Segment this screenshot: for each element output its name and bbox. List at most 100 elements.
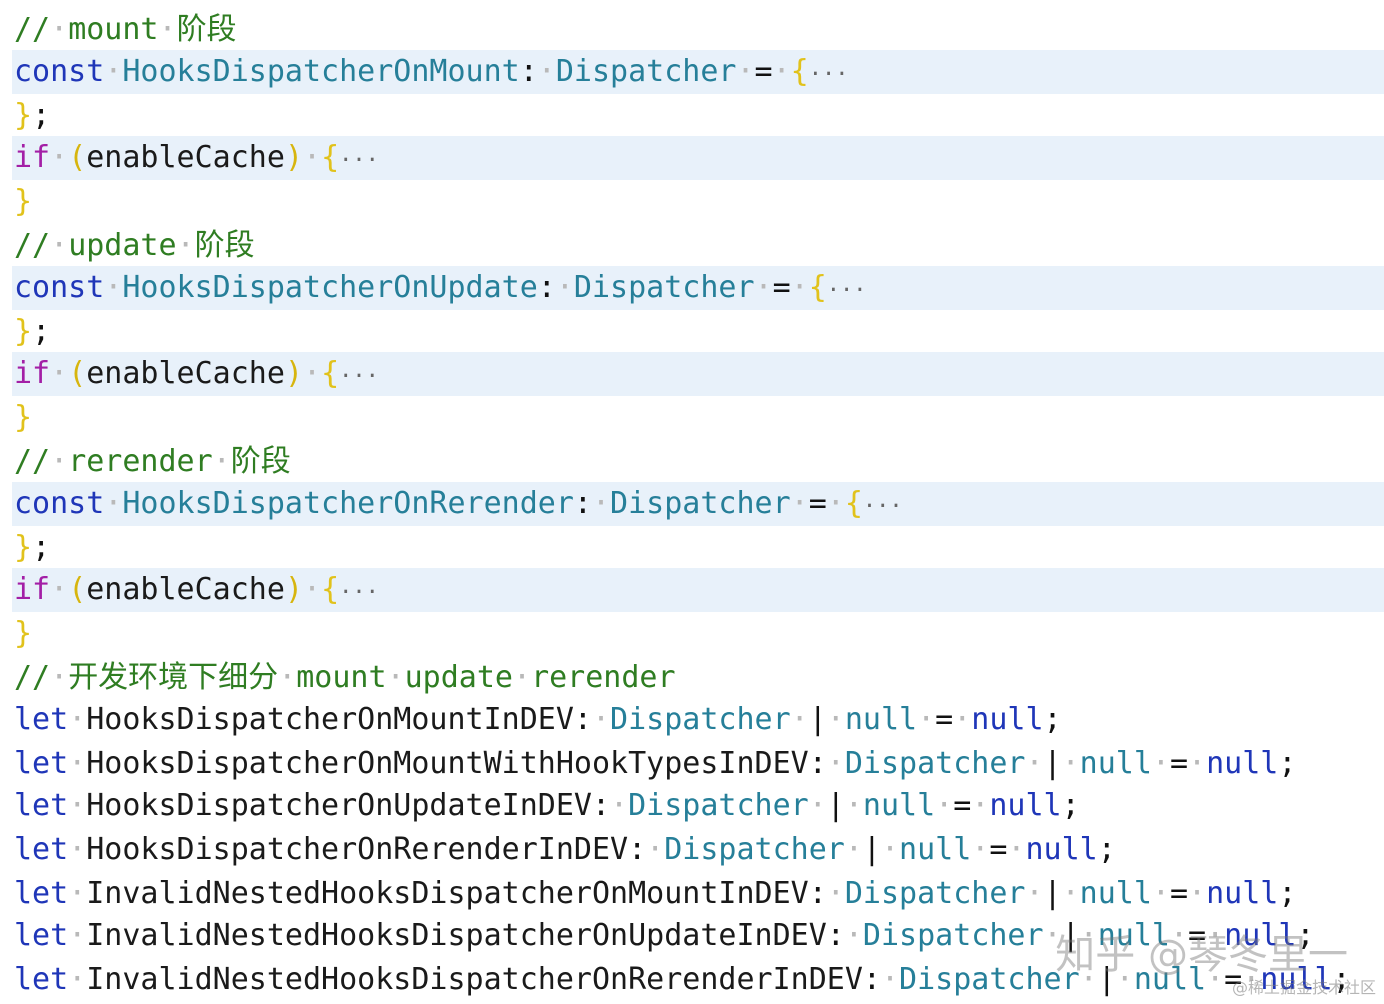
code-token: update — [68, 228, 177, 263]
code-editor[interactable]: //·mount·阶段 const·HooksDispatcherOnMount:… — [0, 0, 1384, 1004]
code-token: // — [14, 660, 51, 695]
code-token: · — [917, 702, 936, 737]
code-token: } — [14, 98, 33, 133]
code-token: } — [14, 530, 33, 565]
code-token: ) — [284, 140, 303, 175]
code-token: = — [1169, 876, 1189, 911]
code-token: ; — [1043, 702, 1062, 737]
code-token: · — [826, 876, 845, 911]
code-line[interactable]: }; — [12, 310, 1384, 354]
code-token: } — [14, 184, 33, 219]
code-token: HooksDispatcherOnUpdateInDEV — [86, 788, 592, 823]
code-token: · — [537, 54, 556, 89]
code-token: = — [754, 54, 773, 89]
code-token: · — [1188, 746, 1207, 781]
code-token: · — [826, 702, 845, 737]
code-token: · — [104, 270, 123, 305]
code-line[interactable]: let·HooksDispatcherOnMountWithHookTypesI… — [12, 742, 1384, 786]
code-token: · — [808, 788, 827, 823]
code-token: · — [104, 486, 123, 521]
code-token: : — [826, 918, 845, 953]
code-token: · — [1061, 746, 1080, 781]
fold-ellipsis-icon[interactable]: ··· — [339, 148, 379, 173]
code-line-folded[interactable]: if·(enableCache)·{··· — [12, 136, 1384, 180]
code-line-folded[interactable]: if·(enableCache)·{··· — [12, 352, 1384, 396]
code-line[interactable]: let·HooksDispatcherOnMountInDEV:·Dispatc… — [12, 698, 1384, 742]
code-token: : — [573, 486, 592, 521]
code-line[interactable]: let·HooksDispatcherOnUpdateInDEV:·Dispat… — [12, 784, 1384, 828]
code-token: · — [1151, 876, 1170, 911]
code-line[interactable]: let·InvalidNestedHooksDispatcherOnMountI… — [12, 872, 1384, 916]
code-token: · — [50, 444, 69, 479]
code-line-folded[interactable]: if·(enableCache)·{··· — [12, 568, 1384, 612]
code-token: Dispatcher — [844, 746, 1026, 781]
code-token: = — [808, 486, 827, 521]
code-token: enableCache — [86, 572, 285, 607]
code-line[interactable]: //·mount·阶段 — [12, 8, 1384, 52]
code-token: = — [989, 832, 1008, 867]
code-token: · — [68, 876, 87, 911]
code-token: enableCache — [86, 140, 285, 175]
code-token: : — [808, 746, 827, 781]
code-token: Dispatcher — [628, 788, 809, 823]
code-token: · — [844, 788, 863, 823]
code-line[interactable]: //·开发环境下细分·mount·update·rerender — [12, 656, 1384, 700]
code-token: let — [14, 876, 69, 911]
code-line[interactable]: let·HooksDispatcherOnRerenderInDEV:·Disp… — [12, 828, 1384, 872]
code-token: · — [50, 228, 69, 263]
code-token: · — [212, 444, 231, 479]
code-token: null — [1025, 832, 1098, 867]
code-line[interactable]: }; — [12, 94, 1384, 138]
code-line[interactable]: } — [12, 612, 1384, 656]
code-line[interactable]: } — [12, 396, 1384, 440]
fold-ellipsis-icon[interactable]: ··· — [827, 278, 867, 303]
code-token: · — [50, 12, 69, 47]
code-token: · — [68, 918, 87, 953]
code-token: · — [303, 572, 322, 607]
code-token: : — [591, 788, 611, 823]
fold-ellipsis-icon[interactable]: ··· — [339, 580, 379, 605]
code-token: let — [14, 702, 69, 737]
code-token: · — [790, 270, 809, 305]
code-token: · — [1061, 876, 1080, 911]
code-token: null — [971, 702, 1044, 737]
code-token: let — [14, 918, 69, 953]
code-token: · — [736, 54, 755, 89]
code-token: · — [1007, 832, 1026, 867]
code-line[interactable]: } — [12, 180, 1384, 224]
code-token: // — [14, 228, 51, 263]
juejin-watermark: @稀土掘金技术社区 — [1231, 978, 1376, 997]
code-token: · — [278, 660, 297, 695]
code-token: null — [1206, 876, 1279, 911]
fold-ellipsis-icon[interactable]: ··· — [863, 494, 903, 519]
code-line[interactable]: //·rerender·阶段 — [12, 440, 1384, 484]
code-token: ) — [284, 356, 303, 391]
code-token: ; — [32, 530, 51, 565]
code-token: · — [826, 486, 845, 521]
code-token: | — [808, 702, 827, 737]
code-token: | — [1043, 746, 1062, 781]
code-token: } — [14, 314, 33, 349]
code-line-folded[interactable]: const·HooksDispatcherOnUpdate:·Dispatche… — [12, 266, 1384, 310]
code-token: ( — [68, 356, 87, 391]
code-token: 开发环境下细分 — [68, 660, 279, 695]
code-token: ; — [32, 314, 51, 349]
code-token: { — [321, 140, 340, 175]
code-token: : — [573, 702, 592, 737]
code-token: · — [68, 702, 87, 737]
zhihu-watermark: 知乎 @琴冬里一 — [1055, 932, 1348, 978]
code-token: null — [899, 832, 972, 867]
code-token: // — [14, 12, 51, 47]
code-line-folded[interactable]: const·HooksDispatcherOnMount:·Dispatcher… — [12, 50, 1384, 94]
code-token: ; — [1097, 832, 1116, 867]
code-line-folded[interactable]: const·HooksDispatcherOnRerender:·Dispatc… — [12, 482, 1384, 526]
fold-ellipsis-icon[interactable]: ··· — [339, 364, 379, 389]
code-line[interactable]: }; — [12, 526, 1384, 570]
code-token: if — [14, 356, 51, 391]
code-token: : — [537, 270, 556, 305]
code-token: · — [303, 356, 322, 391]
code-line[interactable]: //·update·阶段 — [12, 224, 1384, 268]
code-token: null — [844, 702, 918, 737]
code-token: = — [935, 702, 954, 737]
fold-ellipsis-icon[interactable]: ··· — [809, 62, 849, 87]
